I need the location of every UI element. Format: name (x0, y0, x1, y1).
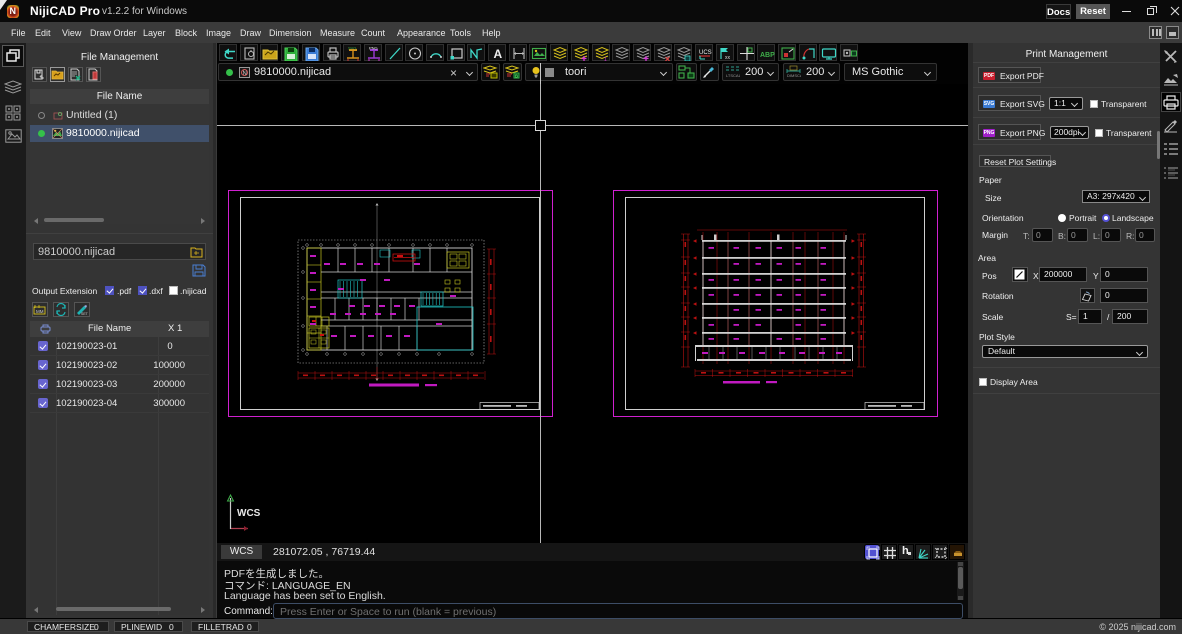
svg-text:1: 1 (604, 57, 607, 61)
svg-text:DIMSCALE: DIMSCALE (787, 73, 801, 78)
svg-text:N: N (243, 71, 247, 77)
svg-text:LTSCALE: LTSCALE (726, 73, 740, 78)
svg-text:ABP: ABP (760, 52, 775, 59)
svg-text:MM: MM (36, 309, 44, 314)
svg-text:PNG: PNG (369, 46, 378, 51)
svg-text:SVG: SVG (348, 46, 356, 51)
svg-text:UCS: UCS (699, 50, 712, 56)
svg-text:WCS: WCS (237, 508, 261, 519)
svg-text:B: B (515, 74, 518, 79)
svg-text:SET: SET (81, 312, 89, 316)
svg-text:A: A (494, 47, 503, 61)
svg-text:xx: xx (725, 55, 731, 61)
